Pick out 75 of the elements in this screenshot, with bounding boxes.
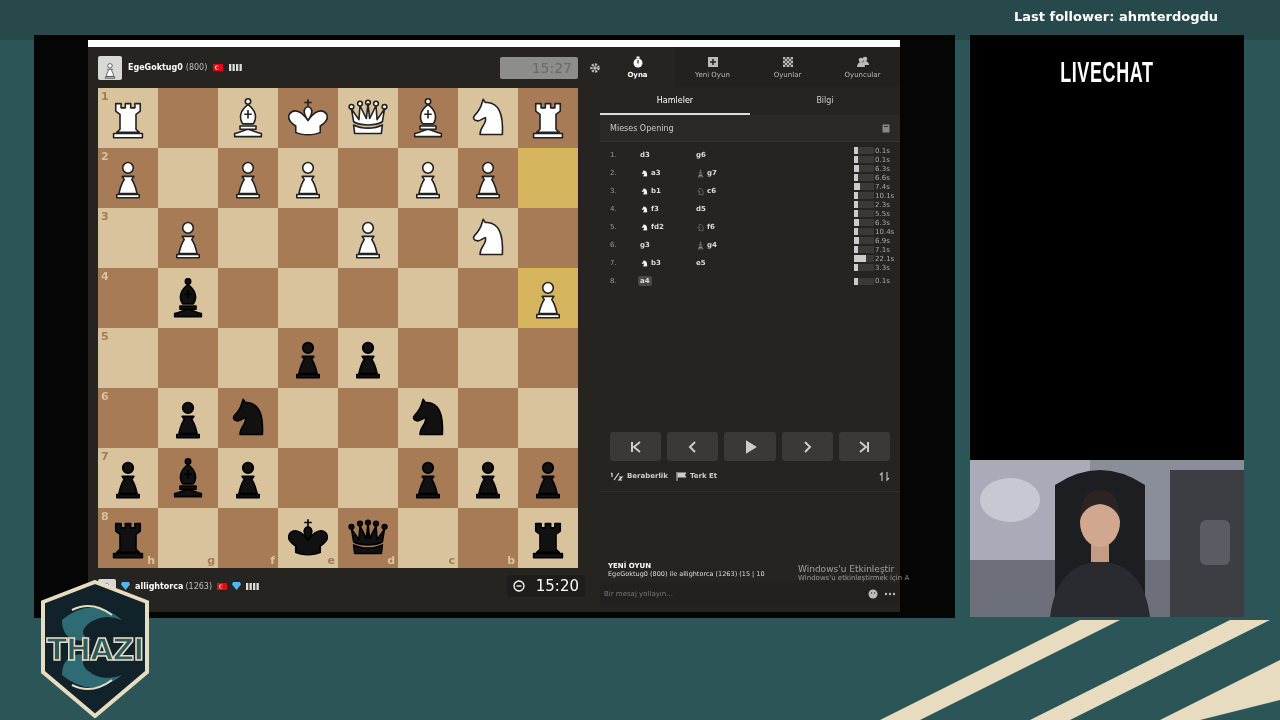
play-icon [743, 439, 757, 454]
knight-icon [696, 222, 705, 232]
file-label: b [507, 554, 515, 567]
plus-square-icon [706, 55, 719, 68]
board-square[interactable] [518, 508, 578, 568]
board-square[interactable] [518, 268, 578, 328]
flag-icon [213, 64, 224, 71]
half-icon [610, 471, 624, 481]
rank-label: 8 [101, 510, 109, 523]
player-name[interactable]: EgeGoktug0 [128, 63, 183, 72]
file-label: c [448, 554, 455, 567]
bishop-icon [696, 240, 705, 250]
board-square[interactable] [458, 88, 518, 148]
board-square[interactable] [158, 208, 218, 268]
rank-label: 6 [101, 390, 109, 403]
diamond-icon [232, 582, 242, 590]
book-icon[interactable] [882, 123, 890, 133]
rank-label: 4 [101, 270, 109, 283]
board-square[interactable] [338, 328, 398, 388]
file-label: g [207, 554, 215, 567]
board-square[interactable] [458, 148, 518, 208]
board-square[interactable] [458, 448, 518, 508]
board-square[interactable] [158, 268, 218, 328]
rank-label: 1 [101, 90, 109, 103]
board-square[interactable] [458, 208, 518, 268]
logo-text: THAZI [46, 631, 144, 667]
board-square[interactable] [338, 88, 398, 148]
opening-name: Mieses Opening [610, 123, 674, 133]
connection-icon [246, 582, 261, 590]
navigation-button[interactable] [724, 432, 776, 461]
knight-icon [696, 186, 705, 196]
checkerboard-icon [781, 55, 794, 68]
more-icon[interactable] [884, 592, 896, 596]
settings-icon[interactable] [590, 62, 600, 73]
rank-label: 3 [101, 210, 109, 223]
board-square[interactable] [398, 148, 458, 208]
board-square[interactable] [398, 88, 458, 148]
chat-title: LIVECHAT [1060, 55, 1154, 89]
player-rating: (800) [185, 63, 208, 72]
file-label: f [270, 554, 275, 567]
board-square[interactable] [338, 208, 398, 268]
flag-icon [217, 582, 228, 590]
first-icon [628, 439, 643, 454]
navigation-button[interactable] [610, 432, 662, 461]
activation-notice: Windows'u Etkinleştir [798, 564, 895, 574]
flip-icon[interactable] [879, 470, 890, 482]
connection-icon [229, 64, 244, 71]
board-square[interactable] [278, 148, 338, 208]
player-name[interactable]: allightorca [135, 581, 184, 591]
board-square[interactable] [218, 148, 278, 208]
knight-icon [640, 258, 649, 268]
last-follower: Last follower: ahmterdogdu [1014, 9, 1219, 24]
player-rating: (1263) [185, 581, 213, 591]
board-square[interactable] [218, 448, 278, 508]
clock: 15:20 [507, 575, 585, 597]
rank-label: 5 [101, 330, 109, 343]
board-square[interactable] [398, 388, 458, 448]
sub-tab[interactable]: Bilgi [750, 87, 900, 115]
clock-icon [513, 580, 525, 592]
file-label: e [327, 554, 335, 567]
emoji-icon[interactable] [868, 589, 878, 599]
last-icon [857, 439, 872, 454]
flag-icon [675, 471, 687, 481]
rank-label: 7 [101, 450, 109, 463]
file-label: h [147, 554, 155, 567]
board-square[interactable] [278, 88, 338, 148]
navigation-button[interactable] [838, 432, 890, 461]
people-icon [856, 55, 869, 68]
stopwatch-icon [631, 55, 644, 68]
board-square[interactable] [218, 88, 278, 148]
file-label: d [387, 554, 395, 567]
board-square[interactable] [518, 88, 578, 148]
bishop-icon [696, 168, 705, 178]
board-square[interactable] [158, 388, 218, 448]
rank-label: 2 [101, 150, 109, 163]
